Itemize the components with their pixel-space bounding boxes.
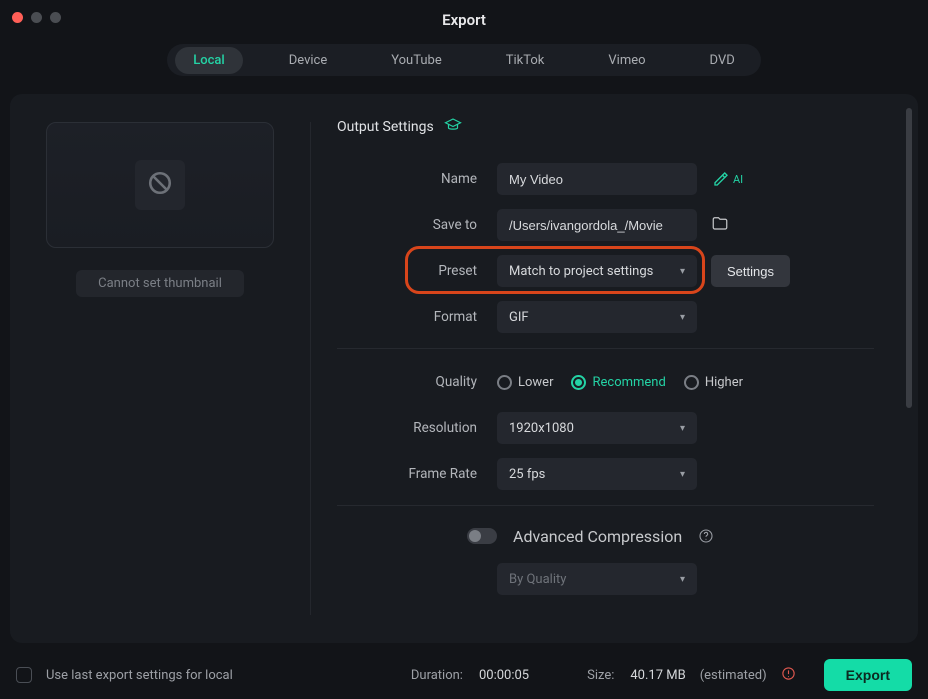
format-select[interactable]: GIF ▾ bbox=[497, 301, 697, 333]
chevron-down-icon: ▾ bbox=[680, 574, 685, 585]
preset-label: Preset bbox=[337, 263, 497, 279]
row-preset: Preset Match to project settings ▾ Setti… bbox=[337, 248, 874, 294]
tab-tiktok[interactable]: TikTok bbox=[488, 47, 563, 74]
divider bbox=[337, 348, 874, 349]
output-settings-heading: Output Settings bbox=[337, 116, 874, 138]
export-tabs: Local Device YouTube TikTok Vimeo DVD bbox=[0, 40, 928, 80]
row-format: Format GIF ▾ bbox=[337, 294, 874, 340]
window-title: Export bbox=[442, 11, 486, 29]
thumbnail-preview bbox=[46, 122, 274, 248]
help-icon[interactable] bbox=[698, 528, 714, 544]
row-quality: Quality Lower Recommend Higher bbox=[337, 359, 874, 405]
row-frame-rate: Frame Rate 25 fps ▾ bbox=[337, 451, 874, 497]
no-thumbnail-icon bbox=[147, 170, 173, 200]
row-compression-mode: By Quality ▾ bbox=[337, 556, 874, 602]
advanced-compression-toggle[interactable] bbox=[467, 528, 497, 544]
size-value: 40.17 MB bbox=[630, 668, 685, 683]
scrollbar[interactable] bbox=[906, 108, 912, 408]
close-window-button[interactable] bbox=[12, 12, 23, 23]
advanced-compression-label: Advanced Compression bbox=[513, 527, 682, 546]
quality-lower-radio[interactable]: Lower bbox=[497, 375, 553, 390]
row-resolution: Resolution 1920x1080 ▾ bbox=[337, 405, 874, 451]
size-label: Size: bbox=[587, 668, 614, 683]
save-to-label: Save to bbox=[337, 217, 497, 233]
footer-bar: Use last export settings for local Durat… bbox=[0, 651, 928, 699]
size-warning-icon[interactable] bbox=[781, 666, 796, 685]
preset-settings-button[interactable]: Settings bbox=[711, 255, 790, 287]
window-controls bbox=[12, 12, 61, 23]
duration-value: 00:00:05 bbox=[479, 668, 529, 683]
duration-label: Duration: bbox=[411, 668, 463, 683]
tab-vimeo[interactable]: Vimeo bbox=[590, 47, 663, 74]
compression-mode-select[interactable]: By Quality ▾ bbox=[497, 563, 697, 595]
chevron-down-icon: ▾ bbox=[680, 423, 685, 434]
ai-label: AI bbox=[733, 173, 743, 186]
graduation-cap-icon[interactable] bbox=[444, 116, 462, 138]
quality-recommend-radio[interactable]: Recommend bbox=[571, 375, 665, 390]
name-input[interactable] bbox=[497, 163, 697, 195]
use-last-settings-label: Use last export settings for local bbox=[46, 668, 233, 683]
titlebar: Export bbox=[0, 0, 928, 40]
quality-higher-radio[interactable]: Higher bbox=[684, 375, 743, 390]
use-last-settings-checkbox[interactable] bbox=[16, 667, 32, 683]
name-label: Name bbox=[337, 171, 497, 187]
size-suffix: (estimated) bbox=[700, 668, 767, 683]
thumbnail-caption: Cannot set thumbnail bbox=[76, 270, 244, 297]
tab-youtube[interactable]: YouTube bbox=[373, 47, 460, 74]
resolution-select[interactable]: 1920x1080 ▾ bbox=[497, 412, 697, 444]
browse-folder-button[interactable] bbox=[711, 214, 729, 236]
row-name: Name AI bbox=[337, 156, 874, 202]
row-save-to: Save to bbox=[337, 202, 874, 248]
chevron-down-icon: ▾ bbox=[680, 312, 685, 323]
frame-rate-label: Frame Rate bbox=[337, 466, 497, 482]
minimize-window-button[interactable] bbox=[31, 12, 42, 23]
chevron-down-icon: ▾ bbox=[680, 469, 685, 480]
divider bbox=[337, 505, 874, 506]
preset-select[interactable]: Match to project settings ▾ bbox=[497, 255, 697, 287]
tab-dvd[interactable]: DVD bbox=[692, 47, 753, 74]
export-button[interactable]: Export bbox=[824, 659, 912, 691]
frame-rate-select[interactable]: 25 fps ▾ bbox=[497, 458, 697, 490]
output-settings-column: Output Settings Name AI Save to bbox=[311, 94, 918, 643]
export-panel: Cannot set thumbnail Output Settings Nam… bbox=[10, 94, 918, 643]
chevron-down-icon: ▾ bbox=[680, 266, 685, 277]
row-advanced-compression: Advanced Compression bbox=[337, 516, 874, 556]
ai-rename-button[interactable]: AI bbox=[711, 170, 743, 188]
save-to-input[interactable] bbox=[497, 209, 697, 241]
maximize-window-button[interactable] bbox=[50, 12, 61, 23]
thumbnail-column: Cannot set thumbnail bbox=[10, 94, 310, 643]
format-label: Format bbox=[337, 309, 497, 325]
tab-local[interactable]: Local bbox=[175, 47, 243, 74]
quality-label: Quality bbox=[337, 374, 497, 390]
tab-device[interactable]: Device bbox=[271, 47, 346, 74]
resolution-label: Resolution bbox=[337, 420, 497, 436]
